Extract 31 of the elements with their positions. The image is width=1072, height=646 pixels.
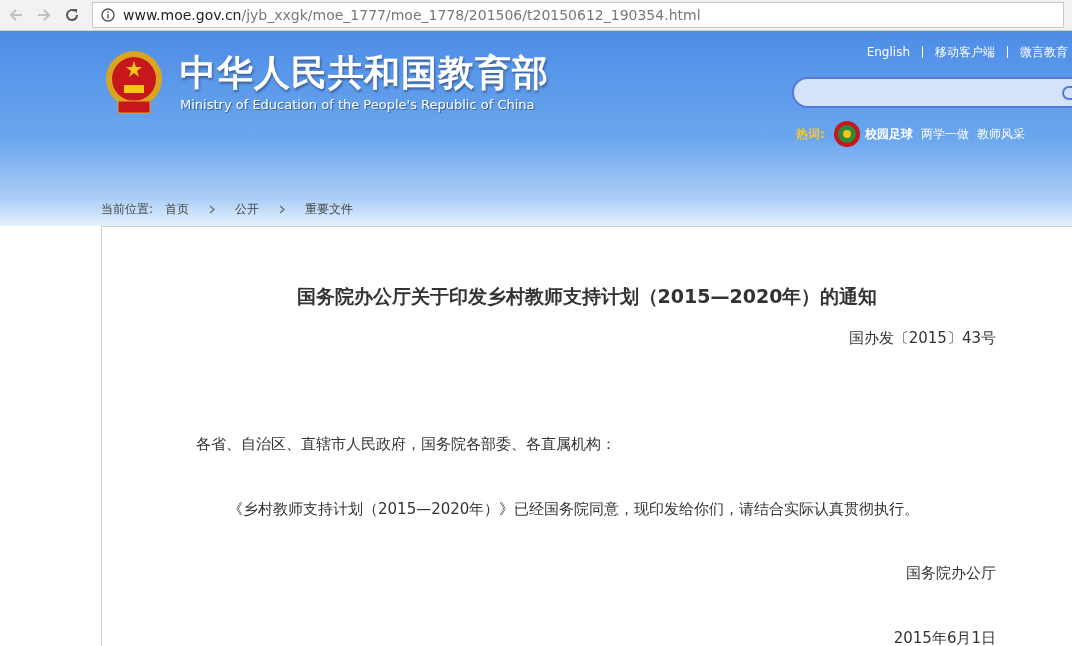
hot-words-label: 热词: xyxy=(796,126,825,143)
national-emblem-icon xyxy=(104,49,164,115)
back-icon[interactable] xyxy=(8,7,24,23)
url-text: www.moe.gov.cn/jyb_xxgk/moe_1777/moe_1778/201506/t20150612_190354.html xyxy=(123,5,701,25)
issue-date: 2015年6月1日 xyxy=(892,627,996,646)
search-field[interactable] xyxy=(792,77,1072,108)
document-number: 国办发〔2015〕43号 xyxy=(847,327,996,349)
forward-icon[interactable] xyxy=(36,7,52,23)
site-subtitle: Ministry of Education of the People's Republic of China xyxy=(180,95,536,114)
top-link[interactable]: 移动客户端 xyxy=(935,43,995,61)
chevron-icon xyxy=(209,204,216,214)
article-title: 国务院办公厅关于印发乡村教师支持计划（2015—2020年）的通知 xyxy=(295,284,879,309)
top-link[interactable]: English xyxy=(866,43,910,61)
breadcrumb-link[interactable]: 公开 xyxy=(235,200,260,218)
hot-word-link[interactable]: 校园足球 xyxy=(832,120,913,148)
breadcrumb-link[interactable]: 首页 xyxy=(165,200,190,218)
site-title: 中华人民共和国教育部 xyxy=(180,50,549,95)
hot-word-link[interactable]: 两学一做 xyxy=(920,125,969,143)
address-bar[interactable]: www.moe.gov.cn/jyb_xxgk/moe_1777/moe_1778/201506/t20150612_190354.html xyxy=(92,2,1064,28)
hot-word-link[interactable]: 教师风采 xyxy=(976,125,1025,143)
top-link[interactable]: 微言教育 xyxy=(1020,43,1068,61)
info-icon xyxy=(101,8,115,22)
reload-icon[interactable] xyxy=(64,7,80,23)
salutation: 各省、自治区、直辖市人民政府，国务院各部委、各直属机构： xyxy=(195,434,617,455)
breadcrumb-link[interactable]: 重要文件 xyxy=(305,200,354,218)
chevron-icon xyxy=(279,204,286,214)
breadcrumb-label: 当前位置: xyxy=(101,201,154,218)
football-badge-icon xyxy=(832,120,861,148)
issuer-signature: 国务院办公厅 xyxy=(905,563,996,584)
search-icon[interactable] xyxy=(1062,85,1072,100)
body-paragraph: 《乡村教师支持计划（2015—2020年）》已经国务院同意，现印发给你们，请结合实际认真贯彻执行。 xyxy=(227,498,921,520)
